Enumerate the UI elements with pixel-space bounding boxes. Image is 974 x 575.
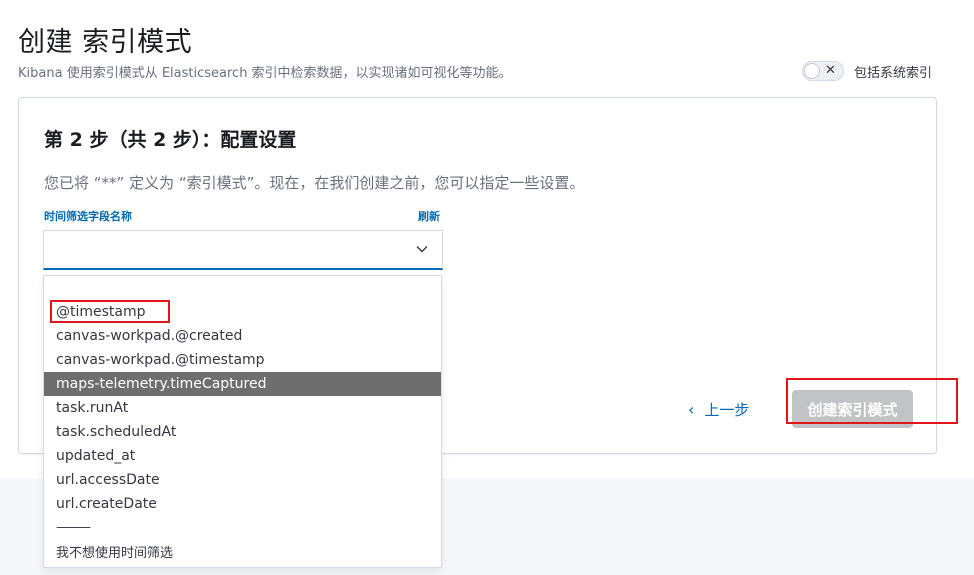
dropdown-divider-option[interactable]: ——— [44, 516, 441, 540]
toggle-knob [804, 63, 820, 79]
chevron-down-icon [416, 246, 428, 253]
chevron-left-icon: ‹ [688, 399, 695, 419]
dropdown-option[interactable]: url.accessDate [44, 468, 441, 492]
dropdown-option[interactable]: updated_at [44, 444, 441, 468]
annotation-highlight-timestamp [50, 300, 170, 323]
page-title: 创建 索引模式 [18, 27, 193, 58]
step-description: 您已将 “**” 定义为 “索引模式”。现在，在我们创建之前，您可以指定一些设置… [44, 174, 585, 192]
close-icon: ✕ [825, 63, 836, 78]
refresh-link[interactable]: 刷新 [418, 208, 440, 224]
step-title: 第 2 步（共 2 步）：配置设置 [44, 129, 297, 151]
time-field-select[interactable] [43, 230, 443, 270]
page-subtitle: Kibana 使用索引模式从 Elasticsearch 索引中检索数据，以实现… [18, 66, 512, 81]
dropdown-option[interactable]: url.createDate [44, 492, 441, 516]
back-button-label: 上一步 [704, 400, 750, 419]
annotation-highlight-create [786, 378, 958, 424]
dropdown-option[interactable]: task.runAt [44, 396, 441, 420]
toggle-switch[interactable]: ✕ [802, 61, 844, 81]
dropdown-option[interactable]: canvas-workpad.@timestamp [44, 348, 441, 372]
dropdown-option[interactable]: task.scheduledAt [44, 420, 441, 444]
page: 创建 索引模式 Kibana 使用索引模式从 Elasticsearch 索引中… [0, 0, 974, 575]
back-button[interactable]: ‹ 上一步 [688, 398, 749, 420]
include-system-indices-toggle[interactable]: ✕ 包括系统索引 [802, 60, 932, 82]
dropdown-option[interactable]: canvas-workpad.@created [44, 324, 441, 348]
time-field-label: 时间筛选字段名称 [44, 210, 132, 223]
dropdown-option-highlighted[interactable]: maps-telemetry.timeCaptured [44, 372, 441, 396]
dropdown-option-no-time-filter[interactable]: 我不想使用时间筛选 [44, 542, 441, 566]
toggle-label: 包括系统索引 [854, 65, 933, 81]
